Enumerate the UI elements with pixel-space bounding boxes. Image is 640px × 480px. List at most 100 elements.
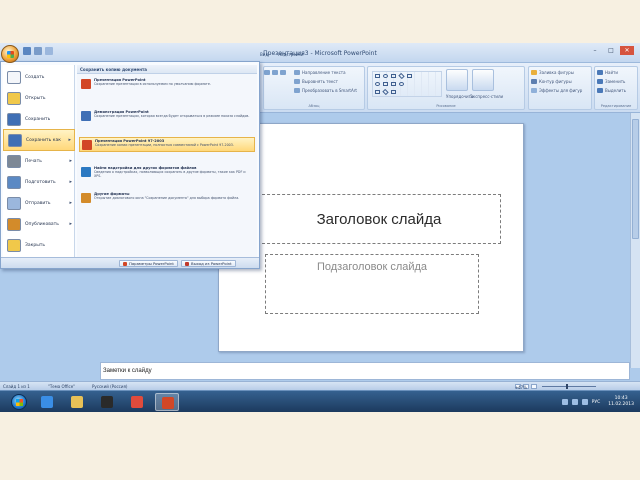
save-format-option[interactable]: Презентация PowerPoint 97-2003 Сохранение… [79,137,255,152]
shape-effects-button[interactable]: Эффекты для фигур [531,87,582,94]
desktop-screen: Вид Надстройки Презентация3 - Microsoft … [0,43,640,412]
menu-item-label: Открыть [25,95,46,101]
quick-styles-label: Экспресс-стили [470,94,504,99]
title-bar: Вид Надстройки Презентация3 - Microsoft … [0,43,640,63]
zoom-slider[interactable] [542,384,596,389]
minimize-button[interactable]: – [588,46,602,55]
taskbar: РУС 10:43 11.02.2013 [0,390,640,412]
menu-item-icon [7,70,21,84]
select-icon [597,88,603,93]
office-menu-item[interactable]: Закрыть [3,234,75,256]
media-icon [101,396,113,408]
office-button[interactable] [1,45,19,63]
slide-canvas[interactable]: Заголовок слайда Подзаголовок слайда [218,123,524,352]
smartart-icon [294,88,300,93]
zoom-slider-knob[interactable] [566,384,569,389]
title-placeholder[interactable]: Заголовок слайда [257,194,501,244]
menu-item-icon [7,91,21,105]
theme-name: "Тема Office" [48,384,75,389]
subtitle-placeholder[interactable]: Подзаголовок слайда [265,254,479,314]
find-icon [597,70,603,75]
save-format-text: Другие форматы Открытие диалогового окна … [94,192,239,203]
chevron-right-icon: ▸ [68,137,71,143]
ribbon-align-text[interactable]: Выровнять текст [294,78,338,85]
ribbon-convert-smartart[interactable]: Преобразовать в SmartArt [294,87,357,94]
volume-icon[interactable] [581,399,588,405]
start-button[interactable] [11,394,27,410]
vertical-scrollbar[interactable] [630,113,640,368]
save-format-option[interactable]: Демонстрация PowerPoint Сохранение презен… [79,109,255,122]
file-format-icon [81,193,91,203]
chrome-icon [131,396,143,408]
menu-item-label: Создать [25,74,45,80]
taskbar-app-powerpoint[interactable] [155,393,179,411]
office-menu-item[interactable]: Печать ▸ [3,150,75,172]
menu-item-icon [7,217,21,231]
office-menu-item[interactable]: Сохранить как ▸ [3,129,75,151]
file-format-icon [82,140,92,150]
taskbar-app-ie[interactable] [35,393,59,411]
input-language[interactable]: РУС [592,400,601,405]
scrollbar-thumb[interactable] [632,119,639,239]
exit-icon [185,261,189,266]
close-button[interactable]: ✕ [620,46,634,55]
office-menu-item[interactable]: Опубликовать ▸ [3,213,75,235]
zoom-controls: 47% − + [515,383,633,390]
exit-powerpoint-button[interactable]: Выход из PowerPoint [181,260,236,267]
clock[interactable]: 10:43 11.02.2013 [608,396,634,408]
save-format-description: Сохранение презентации, которая всегда б… [94,114,250,118]
network-icon[interactable] [571,399,578,405]
save-format-description: Сохранение презентации в используемом по… [94,82,211,86]
taskbar-app-media[interactable] [95,393,119,411]
office-menu-item[interactable]: Создать [3,66,75,88]
menu-item-icon [7,154,21,168]
chevron-right-icon: ▸ [69,179,72,185]
window-title: Презентация3 - Microsoft PowerPoint [263,50,377,57]
file-format-icon [81,111,91,121]
save-format-option[interactable]: Найти надстройки для других форматов фай… [79,165,255,179]
menu-item-label: Сохранить [25,116,51,122]
slideshow-icon[interactable] [531,384,537,389]
ribbon-group-paragraph: Направление текста Выровнять текст Преоб… [263,66,365,110]
office-menu-footer: Параметры PowerPoint Выход из PowerPoint [1,257,259,268]
menu-item-label: Печать [25,158,42,164]
taskbar-app-explorer[interactable] [65,393,89,411]
quick-styles-button[interactable] [472,69,494,91]
find-button[interactable]: Найти [597,69,618,76]
office-menu-item[interactable]: Отправить ▸ [3,192,75,214]
slide-counter: Слайд 1 из 1 [3,384,30,389]
save-format-option[interactable]: Другие форматы Открытие диалогового окна … [79,191,255,204]
menu-item-icon [7,175,21,189]
save-as-submenu: Сохранить копию документа Презентация Po… [77,65,257,257]
select-button[interactable]: Выделить [597,87,626,94]
office-menu-item[interactable]: Сохранить [3,108,75,130]
file-format-icon [81,79,91,89]
text-direction-icon [294,70,300,75]
window-controls: – □ ✕ [588,46,634,55]
shapes-gallery[interactable] [372,71,442,97]
ie-icon [41,396,53,408]
office-menu-item[interactable]: Подготовить ▸ [3,171,75,193]
menu-item-icon [7,196,21,210]
flag-icon[interactable] [561,399,568,405]
office-menu-item[interactable]: Открыть [3,87,75,109]
save-format-option[interactable]: Презентация PowerPoint Сохранение презент… [79,77,255,90]
clock-date: 11.02.2013 [608,402,634,407]
ribbon-text-direction[interactable]: Направление текста [294,69,346,76]
system-tray: РУС 10:43 11.02.2013 [561,393,634,411]
language-indicator[interactable]: Русский (Россия) [92,384,127,389]
taskbar-app-chrome[interactable] [125,393,149,411]
ribbon-group-editing: Найти Заменить Выделить Редактирование [594,66,638,110]
options-icon [123,261,127,266]
windows-logo-icon [16,399,23,406]
notes-pane[interactable]: Заметки к слайду [100,362,630,380]
shape-outline-button[interactable]: Контур фигуры [531,78,572,85]
replace-button[interactable]: Заменить [597,78,625,85]
office-logo-icon [7,51,14,58]
arrange-button[interactable] [446,69,468,91]
ribbon-align-buttons[interactable] [264,69,286,76]
powerpoint-options-button[interactable]: Параметры PowerPoint [119,260,178,267]
maximize-button[interactable]: □ [604,46,618,55]
menu-item-label: Закрыть [25,242,46,248]
shape-fill-button[interactable]: Заливка фигуры [531,69,574,76]
